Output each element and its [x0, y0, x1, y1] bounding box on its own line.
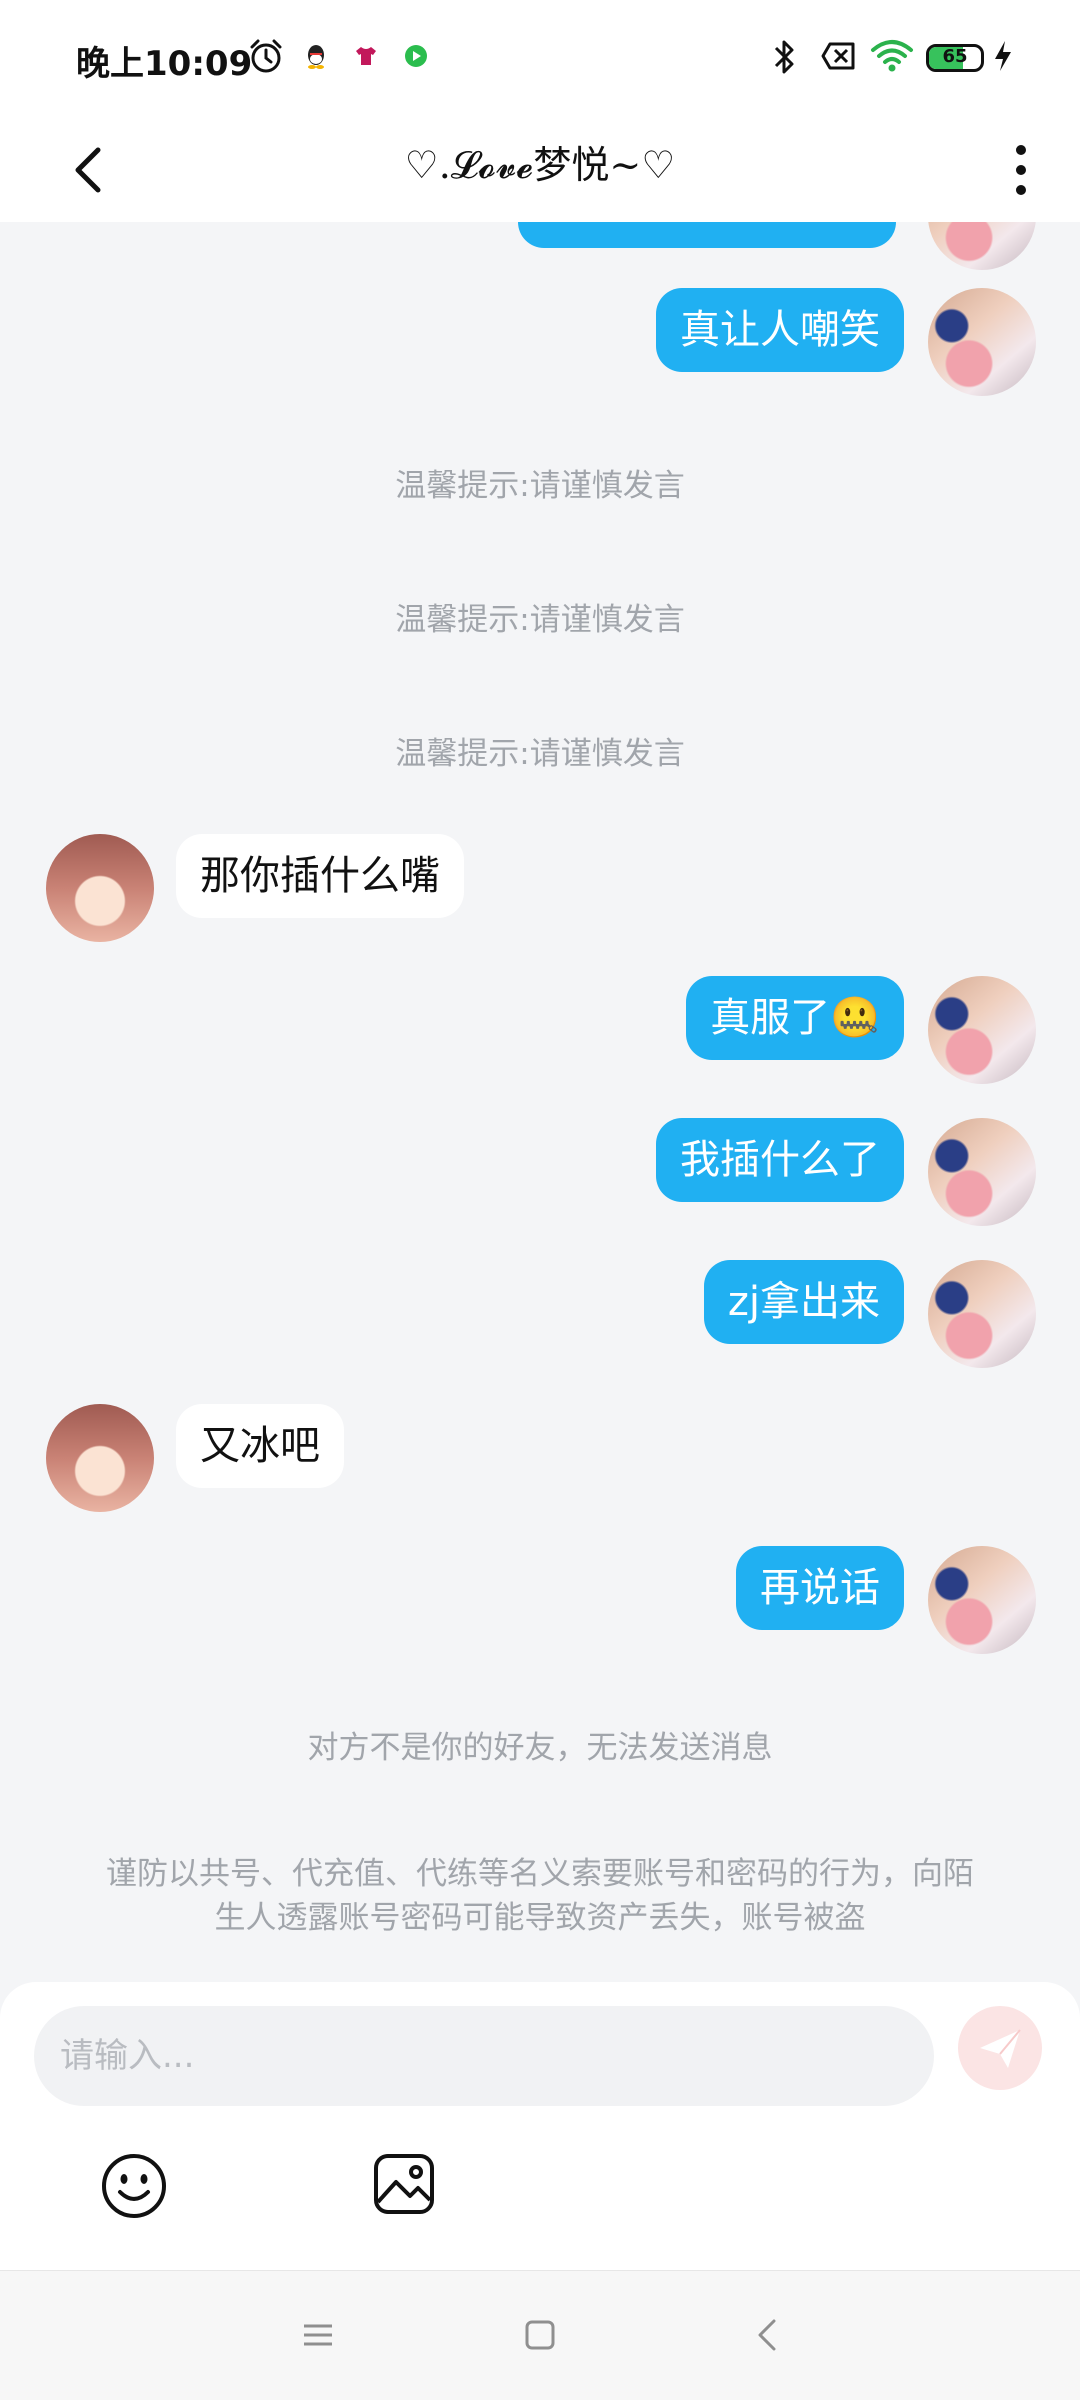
chat-header: ♡.𝓛𝓸𝓿𝓮梦悦~♡ — [0, 118, 1080, 222]
contact-avatar[interactable] — [46, 834, 154, 942]
message-bubble-outgoing[interactable]: 真让人嘲笑 — [656, 288, 904, 372]
status-bar: 晚上10:09 65 — [0, 0, 1080, 118]
chat-title: ♡.𝓛𝓸𝓿𝓮梦悦~♡ — [404, 143, 676, 187]
message-bubble-incoming[interactable]: 又冰吧 — [176, 1404, 344, 1488]
send-button[interactable] — [958, 2006, 1042, 2090]
menu-icon[interactable] — [298, 2315, 338, 2355]
message-bubble-outgoing[interactable]: zj拿出来 — [703, 1260, 904, 1344]
battery-icon: 65 — [926, 44, 984, 72]
safety-notice-line: 谨防以共号、代充值、代练等名义索要账号和密码的行为，向陌 — [106, 1856, 974, 1892]
image-icon[interactable] — [372, 2152, 436, 2216]
system-nav-bar — [0, 2270, 1080, 2400]
more-vertical-icon[interactable] — [1006, 132, 1036, 208]
qq-icon — [308, 45, 324, 69]
message-bubble-outgoing[interactable]: 真服了🤐 — [686, 976, 904, 1060]
status-time: 晚上10:09 — [76, 44, 253, 84]
safety-notice-line: 生人透露账号密码可能导致资产丢失，账号被盗 — [214, 1900, 866, 1936]
contact-avatar[interactable] — [46, 1404, 154, 1512]
chevron-left-icon[interactable] — [66, 132, 110, 208]
safety-notice: 谨防以共号、代充值、代练等名义索要账号和密码的行为，向陌 生人透露账号密码可能导… — [70, 1852, 1010, 1940]
message-bubble-outgoing[interactable]: 再说话 — [736, 1546, 904, 1630]
tshirt-app-icon — [356, 47, 376, 65]
not-friend-notice: 对方不是你的好友，无法发送消息 — [307, 1730, 773, 1766]
message-bubble-incoming[interactable]: 那你插什么嘴 — [176, 834, 464, 918]
message-list[interactable]: 真让人嘲笑 温馨提示:请谨慎发言 温馨提示:请谨慎发言 温馨提示:请谨慎发言 那… — [0, 222, 1080, 1982]
my-avatar[interactable] — [928, 288, 1036, 396]
system-tip: 温馨提示:请谨慎发言 — [395, 468, 685, 504]
my-avatar[interactable] — [928, 1546, 1036, 1654]
composer — [0, 1982, 1080, 2270]
home-icon[interactable] — [520, 2315, 560, 2355]
my-avatar[interactable] — [928, 222, 1036, 270]
message-bubble-outgoing[interactable]: 我插什么了 — [656, 1118, 904, 1202]
charging-icon — [995, 41, 1011, 71]
sim-off-icon — [821, 42, 855, 70]
video-app-icon — [405, 45, 427, 67]
bluetooth-icon — [774, 40, 794, 74]
back-icon[interactable] — [748, 2315, 788, 2355]
smiley-icon[interactable] — [100, 2152, 168, 2220]
battery-percent: 65 — [942, 46, 968, 67]
my-avatar[interactable] — [928, 1260, 1036, 1368]
partial-message-bubble — [518, 222, 896, 248]
alarm-icon — [250, 39, 282, 73]
paper-plane-icon — [980, 2029, 1021, 2068]
my-avatar[interactable] — [928, 976, 1036, 1084]
message-input[interactable] — [34, 2006, 934, 2106]
wifi-icon — [871, 40, 913, 72]
system-tip: 温馨提示:请谨慎发言 — [395, 602, 685, 638]
system-tip: 温馨提示:请谨慎发言 — [395, 736, 685, 772]
my-avatar[interactable] — [928, 1118, 1036, 1226]
